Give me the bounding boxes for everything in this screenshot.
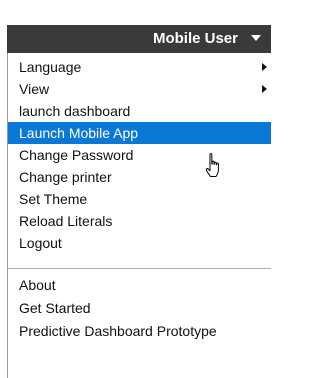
submenu-arrow-icon [262, 63, 267, 71]
menu-item-label: Predictive Dashboard Prototype [19, 323, 217, 339]
menu-item-view[interactable]: View [8, 78, 271, 100]
menu-item-label: About [19, 277, 56, 293]
user-menu-header[interactable]: Mobile User [7, 25, 271, 53]
menu-item-language[interactable]: Language [8, 56, 271, 78]
menu-item-label: Change Password [19, 147, 134, 163]
hand-pointer-icon [205, 153, 219, 177]
menu-item-label: Language [19, 59, 82, 75]
menu-item-predictive-dashboard-prototype[interactable]: Predictive Dashboard Prototype [8, 320, 271, 342]
menu-item-launch-mobile-app[interactable]: Launch Mobile App [8, 122, 271, 144]
menu-item-get-started[interactable]: Get Started [8, 297, 271, 319]
menu-item-label: launch dashboard [19, 103, 131, 119]
menu-item-label: Reload Literals [19, 213, 113, 229]
top-bar: Mobile User [0, 0, 271, 53]
menu-item-reload-literals[interactable]: Reload Literals [8, 210, 271, 232]
menu-item-label: Launch Mobile App [19, 125, 139, 141]
submenu-arrow-icon [262, 85, 267, 93]
menu-item-label: Logout [19, 235, 62, 251]
menu-item-label: View [19, 81, 50, 97]
caret-down-icon[interactable] [251, 35, 261, 41]
menu-item-logout[interactable]: Logout [8, 232, 271, 254]
menu-item-set-theme[interactable]: Set Theme [8, 188, 271, 210]
user-dropdown-menu: Language View launch dashboard Launch Mo… [7, 53, 271, 378]
menu-item-change-password[interactable]: Change Password [8, 144, 271, 166]
menu-item-change-printer[interactable]: Change printer [8, 166, 271, 188]
menu-item-about[interactable]: About [8, 274, 271, 296]
menu-separator [8, 268, 271, 269]
user-name[interactable]: Mobile User [153, 30, 238, 48]
menu-item-label: Change printer [19, 169, 112, 185]
menu-item-launch-dashboard[interactable]: launch dashboard [8, 100, 271, 122]
menu-item-label: Get Started [19, 300, 91, 316]
menu-item-label: Set Theme [19, 191, 88, 207]
